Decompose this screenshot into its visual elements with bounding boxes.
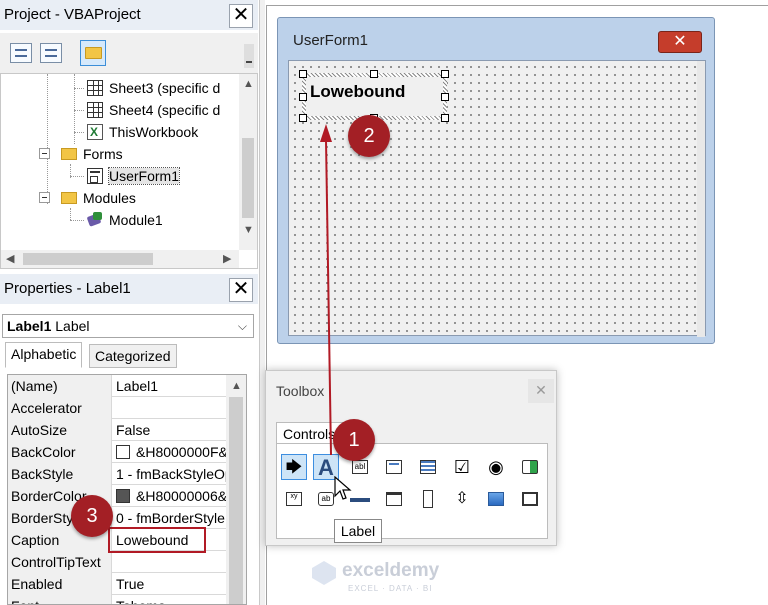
step-number: 2 (363, 125, 375, 147)
watermark-tagline: EXCEL · DATA · BI (348, 584, 433, 593)
step-number: 3 (86, 505, 98, 527)
drag-arrow (320, 124, 332, 456)
watermark-text: exceldemy (342, 560, 440, 581)
step-badge-3: 3 (71, 495, 113, 537)
step-number: 1 (348, 429, 360, 451)
step-badge-1: 1 (333, 419, 375, 461)
step-badge-2: 2 (348, 115, 390, 157)
exceldemy-logo-icon (311, 560, 337, 586)
